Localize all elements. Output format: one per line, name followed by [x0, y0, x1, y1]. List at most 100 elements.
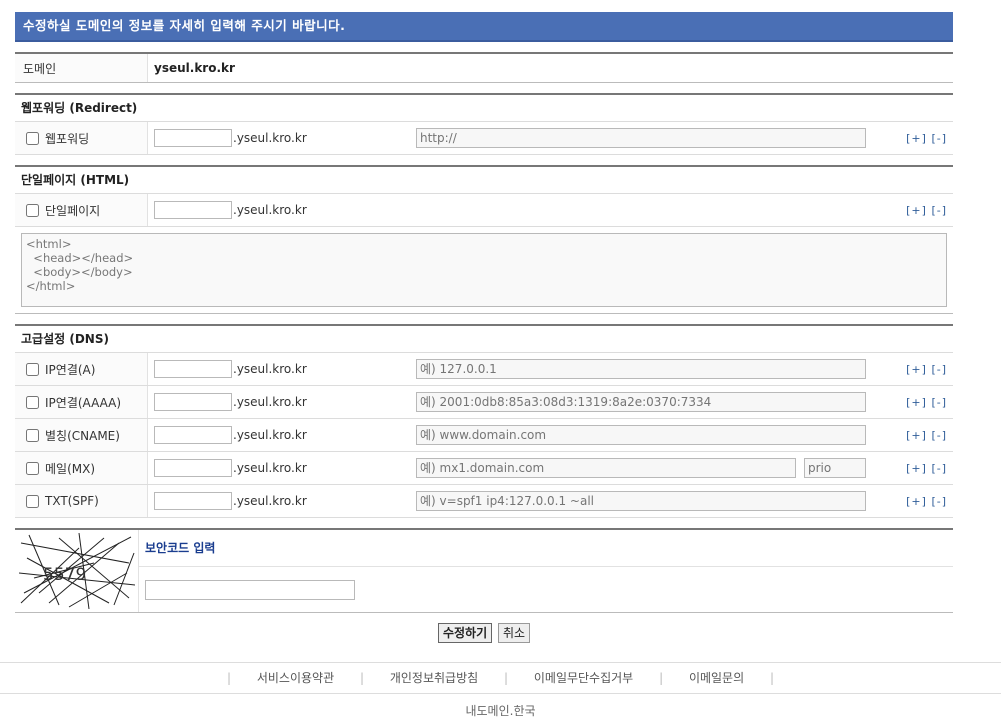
- redirect-checkbox-label: 웹포워딩: [45, 131, 90, 146]
- form-buttons: 수정하기 취소: [15, 623, 953, 643]
- footer-links: | 서비스이용약관 | 개인정보취급방침 | 이메일무단수집거부 | 이메일문의…: [0, 662, 1001, 694]
- redirect-url-input[interactable]: [416, 128, 866, 148]
- footer-separator: |: [226, 671, 232, 685]
- dns-aaaa-add-remove: [+] [-]: [906, 396, 947, 409]
- dns-mx-checkbox[interactable]: [26, 461, 39, 475]
- dns-txt-domain-suffix: .yseul.kro.kr: [233, 494, 307, 508]
- html-add-remove: [+] [-]: [906, 204, 947, 217]
- html-add-button[interactable]: [+]: [906, 204, 927, 217]
- dns-aaaa-checkbox[interactable]: [26, 395, 39, 409]
- dns-aaaa-value-input[interactable]: [416, 392, 866, 412]
- dns-cname-value-input[interactable]: [416, 425, 866, 445]
- captcha-input-wrap: [139, 567, 953, 612]
- redirect-subdomain-input[interactable]: [154, 129, 232, 147]
- dns-txt-checkbox[interactable]: [26, 494, 39, 508]
- dns-aaaa-checkbox-label: IP연결(AAAA): [45, 395, 122, 410]
- redirect-remove-button[interactable]: [-]: [931, 132, 947, 145]
- dns-mx-remove-button[interactable]: [-]: [931, 462, 947, 475]
- dns-txt-remove-button[interactable]: [-]: [931, 495, 947, 508]
- dns-aaaa-cell: .yseul.kro.kr [+] [-]: [148, 386, 953, 418]
- dns-title: 고급설정 (DNS): [15, 326, 953, 353]
- dns-a-checkbox[interactable]: [26, 362, 39, 376]
- dns-a-add-button[interactable]: [+]: [906, 363, 927, 376]
- dns-cname-remove-button[interactable]: [-]: [931, 429, 947, 442]
- dns-cname-checkbox[interactable]: [26, 428, 39, 442]
- dns-section: 고급설정 (DNS) IP연결(A) .yseul.kro.kr [+] [-]…: [15, 324, 953, 518]
- footer-separator: |: [503, 671, 509, 685]
- dns-a-remove-button[interactable]: [-]: [931, 363, 947, 376]
- footer-link-email-contact[interactable]: 이메일문의: [689, 671, 744, 685]
- captcha-graphic: 5579: [18, 532, 136, 610]
- footer-link-privacy[interactable]: 개인정보취급방침: [390, 671, 478, 685]
- domain-section: 도메인 yseul.kro.kr: [15, 52, 953, 83]
- footer-separator: |: [359, 671, 364, 685]
- dns-aaaa-remove-button[interactable]: [-]: [931, 396, 947, 409]
- redirect-label: 웹포워딩: [15, 122, 148, 154]
- dns-txt-label: TXT(SPF): [15, 485, 148, 517]
- dns-row-mx: 메일(MX) .yseul.kro.kr [+] [-]: [15, 452, 953, 485]
- html-checkbox[interactable]: [26, 203, 39, 217]
- dns-row-cname: 별칭(CNAME) .yseul.kro.kr [+] [-]: [15, 419, 953, 452]
- html-row: 단일페이지 .yseul.kro.kr [+] [-]: [15, 194, 953, 227]
- dns-a-label: IP연결(A): [15, 353, 148, 385]
- captcha-title: 보안코드 입력: [139, 530, 953, 567]
- dns-a-value-input[interactable]: [416, 359, 866, 379]
- html-checkbox-label: 단일페이지: [45, 203, 101, 218]
- dns-a-subdomain-input[interactable]: [154, 360, 232, 378]
- dns-a-checkbox-label: IP연결(A): [45, 362, 96, 377]
- copyright: 내도메인.한국: [465, 704, 536, 718]
- dns-aaaa-subdomain-input[interactable]: [154, 393, 232, 411]
- html-cell: .yseul.kro.kr [+] [-]: [148, 194, 953, 226]
- dns-txt-add-button[interactable]: [+]: [906, 495, 927, 508]
- dns-mx-subdomain-input[interactable]: [154, 459, 232, 477]
- dns-row-txt: TXT(SPF) .yseul.kro.kr [+] [-]: [15, 485, 953, 518]
- html-title: 단일페이지 (HTML): [15, 167, 953, 194]
- redirect-add-button[interactable]: [+]: [906, 132, 927, 145]
- dns-mx-domain-suffix: .yseul.kro.kr: [233, 461, 307, 475]
- dns-cname-label: 별칭(CNAME): [15, 419, 148, 451]
- cancel-button[interactable]: 취소: [497, 623, 531, 643]
- footer-separator: |: [659, 671, 664, 685]
- dns-row-a: IP연결(A) .yseul.kro.kr [+] [-]: [15, 353, 953, 386]
- dns-cname-add-button[interactable]: [+]: [906, 429, 927, 442]
- dns-txt-cell: .yseul.kro.kr [+] [-]: [148, 485, 953, 517]
- html-section: 단일페이지 (HTML) 단일페이지 .yseul.kro.kr [+] [-]…: [15, 165, 953, 314]
- footer-link-terms[interactable]: 서비스이용약관: [257, 671, 334, 685]
- dns-aaaa-domain-suffix: .yseul.kro.kr: [233, 395, 307, 409]
- footer-link-no-email-collection[interactable]: 이메일무단수집거부: [534, 671, 633, 685]
- dns-txt-add-remove: [+] [-]: [906, 495, 947, 508]
- html-domain-suffix: .yseul.kro.kr: [233, 203, 307, 217]
- dns-mx-checkbox-label: 메일(MX): [45, 461, 96, 476]
- dns-aaaa-add-button[interactable]: [+]: [906, 396, 927, 409]
- captcha-input[interactable]: [145, 579, 355, 600]
- captcha-code-text: 5579: [43, 565, 86, 585]
- html-content-textarea[interactable]: <html> <head></head> <body></body> </htm…: [21, 233, 947, 307]
- redirect-domain-suffix: .yseul.kro.kr: [233, 131, 307, 145]
- domain-edit-form: 수정하실 도메인의 정보를 자세히 입력해 주시기 바랍니다. 도메인 yseu…: [15, 12, 953, 643]
- instruction-banner: 수정하실 도메인의 정보를 자세히 입력해 주시기 바랍니다.: [15, 12, 953, 42]
- dns-cname-checkbox-label: 별칭(CNAME): [45, 428, 120, 443]
- html-remove-button[interactable]: [-]: [931, 204, 947, 217]
- dns-row-aaaa: IP연결(AAAA) .yseul.kro.kr [+] [-]: [15, 386, 953, 419]
- dns-mx-priority-input[interactable]: [804, 458, 866, 478]
- captcha-section: 5579 보안코드 입력: [15, 528, 953, 613]
- dns-txt-value-input[interactable]: [416, 491, 866, 511]
- submit-button[interactable]: 수정하기: [437, 623, 493, 643]
- captcha-right: 보안코드 입력: [139, 530, 953, 612]
- html-label: 단일페이지: [15, 194, 148, 226]
- dns-a-cell: .yseul.kro.kr [+] [-]: [148, 353, 953, 385]
- dns-a-add-remove: [+] [-]: [906, 363, 947, 376]
- dns-mx-value-input[interactable]: [416, 458, 796, 478]
- footer-separator: |: [769, 671, 775, 685]
- domain-value: yseul.kro.kr: [154, 61, 235, 75]
- dns-cname-add-remove: [+] [-]: [906, 429, 947, 442]
- redirect-section: 웹포워딩 (Redirect) 웹포워딩 .yseul.kro.kr [+] […: [15, 93, 953, 155]
- dns-a-domain-suffix: .yseul.kro.kr: [233, 362, 307, 376]
- dns-mx-add-button[interactable]: [+]: [906, 462, 927, 475]
- html-subdomain-input[interactable]: [154, 201, 232, 219]
- redirect-row: 웹포워딩 .yseul.kro.kr [+] [-]: [15, 122, 953, 155]
- dns-txt-subdomain-input[interactable]: [154, 492, 232, 510]
- dns-cname-subdomain-input[interactable]: [154, 426, 232, 444]
- redirect-checkbox[interactable]: [26, 131, 39, 145]
- redirect-add-remove: [+] [-]: [906, 132, 947, 145]
